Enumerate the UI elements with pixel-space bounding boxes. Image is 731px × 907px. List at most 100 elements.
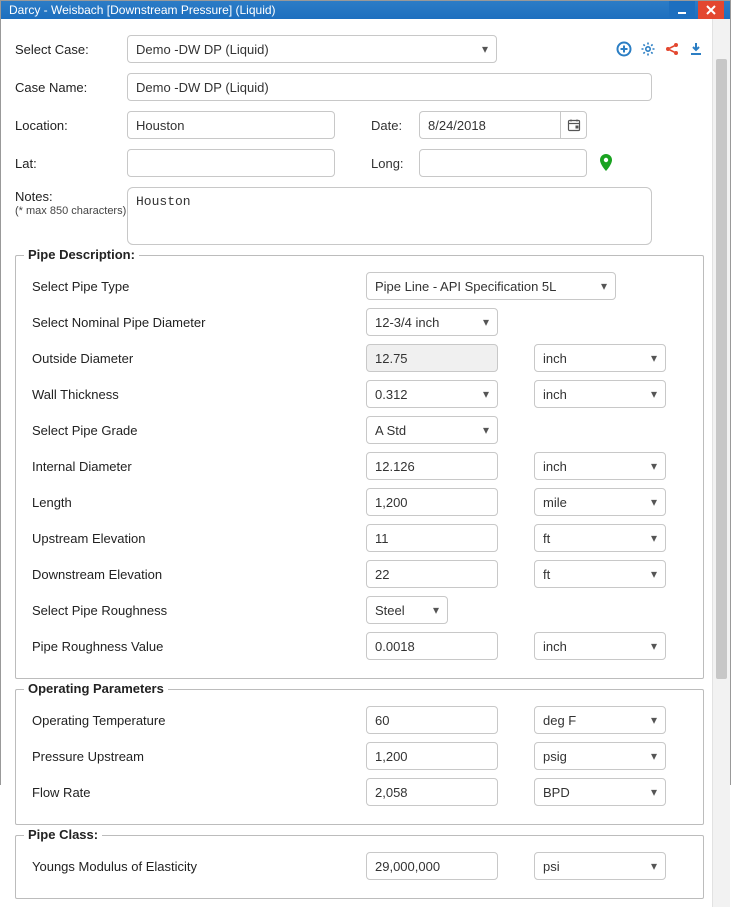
chevron-down-icon: ▾ bbox=[651, 387, 657, 401]
content-panel: Select Case: Demo -DW DP (Liquid) ▾ bbox=[1, 19, 712, 907]
youngs-modulus-input[interactable] bbox=[366, 852, 498, 880]
length-unit-select[interactable]: mile ▾ bbox=[534, 488, 666, 516]
pipe-description-group: Pipe Description: Select Pipe Type Pipe … bbox=[15, 255, 704, 679]
vertical-scrollbar[interactable] bbox=[712, 19, 730, 907]
chevron-down-icon: ▾ bbox=[483, 387, 489, 401]
case-name-input[interactable] bbox=[127, 73, 652, 101]
minimize-button[interactable] bbox=[669, 1, 695, 19]
settings-icon[interactable] bbox=[640, 41, 656, 57]
outside-dia-unit-select[interactable]: inch ▾ bbox=[534, 344, 666, 372]
youngs-modulus-label: Youngs Modulus of Elasticity bbox=[28, 859, 366, 874]
chevron-down-icon: ▾ bbox=[651, 859, 657, 873]
roughness-value-input[interactable] bbox=[366, 632, 498, 660]
flow-rate-unit-value: BPD bbox=[543, 785, 570, 800]
share-icon[interactable] bbox=[664, 41, 680, 57]
lat-input[interactable] bbox=[127, 149, 335, 177]
operating-temp-label: Operating Temperature bbox=[28, 713, 366, 728]
upstream-elev-label: Upstream Elevation bbox=[28, 531, 366, 546]
roughness-value-label: Pipe Roughness Value bbox=[28, 639, 366, 654]
chevron-down-icon: ▾ bbox=[651, 351, 657, 365]
nominal-dia-value: 12-3/4 inch bbox=[375, 315, 439, 330]
notes-label: Notes: bbox=[15, 189, 127, 204]
operating-params-group: Operating Parameters Operating Temperatu… bbox=[15, 689, 704, 825]
body-area: Select Case: Demo -DW DP (Liquid) ▾ bbox=[1, 19, 730, 907]
downstream-elev-label: Downstream Elevation bbox=[28, 567, 366, 582]
outside-dia-label: Outside Diameter bbox=[28, 351, 366, 366]
operating-temp-input[interactable] bbox=[366, 706, 498, 734]
pipe-description-legend: Pipe Description: bbox=[24, 247, 139, 262]
long-input[interactable] bbox=[419, 149, 587, 177]
close-button[interactable] bbox=[698, 1, 724, 19]
chevron-down-icon: ▾ bbox=[483, 315, 489, 329]
case-name-label: Case Name: bbox=[15, 80, 127, 95]
internal-dia-unit-value: inch bbox=[543, 459, 567, 474]
chevron-down-icon: ▾ bbox=[651, 567, 657, 581]
length-unit-value: mile bbox=[543, 495, 567, 510]
internal-dia-input[interactable] bbox=[366, 452, 498, 480]
length-input[interactable] bbox=[366, 488, 498, 516]
date-label: Date: bbox=[371, 118, 419, 133]
wall-thickness-label: Wall Thickness bbox=[28, 387, 366, 402]
chevron-down-icon: ▾ bbox=[651, 713, 657, 727]
wall-thickness-select[interactable]: 0.312 ▾ bbox=[366, 380, 498, 408]
pipe-class-group: Pipe Class: Youngs Modulus of Elasticity… bbox=[15, 835, 704, 899]
calendar-button[interactable] bbox=[560, 111, 587, 139]
upstream-elev-input[interactable] bbox=[366, 524, 498, 552]
pressure-upstream-unit-select[interactable]: psig ▾ bbox=[534, 742, 666, 770]
roughness-value-unit-select[interactable]: inch ▾ bbox=[534, 632, 666, 660]
upstream-elev-unit-value: ft bbox=[543, 531, 550, 546]
map-pin-icon[interactable] bbox=[599, 154, 613, 172]
chevron-down-icon: ▾ bbox=[651, 495, 657, 509]
chevron-down-icon: ▾ bbox=[651, 639, 657, 653]
pipe-grade-label: Select Pipe Grade bbox=[28, 423, 366, 438]
chevron-down-icon: ▾ bbox=[482, 42, 488, 56]
date-input[interactable] bbox=[419, 111, 560, 139]
wall-thickness-unit-select[interactable]: inch ▾ bbox=[534, 380, 666, 408]
flow-rate-label: Flow Rate bbox=[28, 785, 366, 800]
internal-dia-unit-select[interactable]: inch ▾ bbox=[534, 452, 666, 480]
flow-rate-unit-select[interactable]: BPD ▾ bbox=[534, 778, 666, 806]
nominal-dia-select[interactable]: 12-3/4 inch ▾ bbox=[366, 308, 498, 336]
select-case-dropdown[interactable]: Demo -DW DP (Liquid) ▾ bbox=[127, 35, 497, 63]
roughness-value-unit-value: inch bbox=[543, 639, 567, 654]
pipe-type-value: Pipe Line - API Specification 5L bbox=[375, 279, 556, 294]
case-actions bbox=[616, 41, 704, 57]
downstream-elev-unit-value: ft bbox=[543, 567, 550, 582]
chevron-down-icon: ▾ bbox=[651, 785, 657, 799]
pressure-upstream-input[interactable] bbox=[366, 742, 498, 770]
notes-textarea[interactable] bbox=[127, 187, 652, 245]
downstream-elev-unit-select[interactable]: ft ▾ bbox=[534, 560, 666, 588]
wall-thickness-unit-value: inch bbox=[543, 387, 567, 402]
location-label: Location: bbox=[15, 118, 127, 133]
pipe-roughness-select[interactable]: Steel ▾ bbox=[366, 596, 448, 624]
date-input-group bbox=[419, 111, 587, 139]
download-icon[interactable] bbox=[688, 41, 704, 57]
chevron-down-icon: ▾ bbox=[601, 279, 607, 293]
location-input[interactable] bbox=[127, 111, 335, 139]
pipe-type-label: Select Pipe Type bbox=[28, 279, 366, 294]
long-label: Long: bbox=[371, 156, 419, 171]
operating-temp-unit-value: deg F bbox=[543, 713, 576, 728]
pipe-type-select[interactable]: Pipe Line - API Specification 5L ▾ bbox=[366, 272, 616, 300]
outside-dia-unit-value: inch bbox=[543, 351, 567, 366]
pipe-roughness-label: Select Pipe Roughness bbox=[28, 603, 366, 618]
pipe-grade-select[interactable]: A Std ▾ bbox=[366, 416, 498, 444]
flow-rate-input[interactable] bbox=[366, 778, 498, 806]
pressure-upstream-label: Pressure Upstream bbox=[28, 749, 366, 764]
youngs-modulus-unit-select[interactable]: psi ▾ bbox=[534, 852, 666, 880]
add-case-icon[interactable] bbox=[616, 41, 632, 57]
pipe-grade-value: A Std bbox=[375, 423, 406, 438]
chevron-down-icon: ▾ bbox=[651, 531, 657, 545]
downstream-elev-input[interactable] bbox=[366, 560, 498, 588]
scrollbar-thumb[interactable] bbox=[716, 59, 727, 679]
select-case-value: Demo -DW DP (Liquid) bbox=[136, 42, 269, 57]
upstream-elev-unit-select[interactable]: ft ▾ bbox=[534, 524, 666, 552]
pressure-upstream-unit-value: psig bbox=[543, 749, 567, 764]
pipe-class-legend: Pipe Class: bbox=[24, 827, 102, 842]
chevron-down-icon: ▾ bbox=[483, 423, 489, 437]
operating-temp-unit-select[interactable]: deg F ▾ bbox=[534, 706, 666, 734]
nominal-dia-label: Select Nominal Pipe Diameter bbox=[28, 315, 366, 330]
internal-dia-label: Internal Diameter bbox=[28, 459, 366, 474]
app-window: Darcy - Weisbach [Downstream Pressure] (… bbox=[0, 0, 731, 785]
wall-thickness-value: 0.312 bbox=[375, 387, 408, 402]
